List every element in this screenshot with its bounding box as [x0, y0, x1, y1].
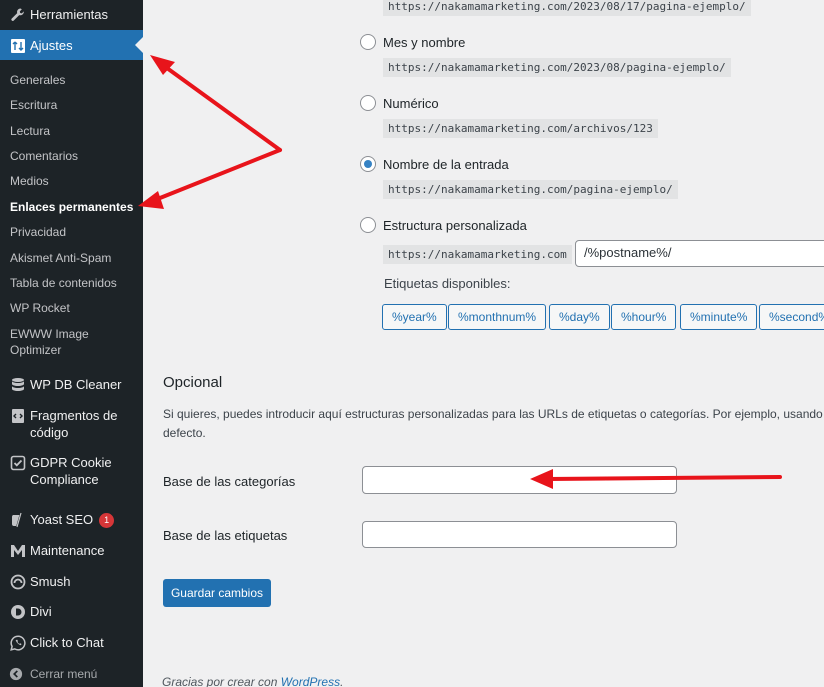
arrow-to-permalinks: [138, 148, 282, 209]
arrow-to-settings: [150, 55, 282, 152]
arrow-to-category-base: [530, 469, 782, 489]
annotation-arrows: [138, 55, 782, 489]
